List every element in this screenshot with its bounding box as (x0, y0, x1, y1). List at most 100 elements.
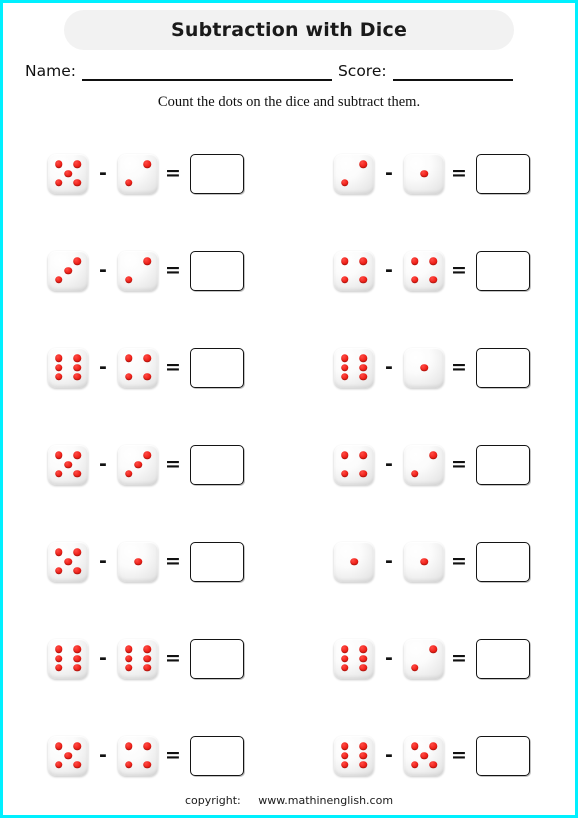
die-subtrahend-3 (118, 444, 158, 485)
answer-box[interactable] (190, 735, 244, 776)
equals-sign: = (451, 259, 467, 281)
die-pip (73, 372, 81, 381)
die-pip (359, 372, 367, 381)
die-pip (341, 354, 349, 363)
answer-box[interactable] (476, 153, 530, 194)
die-pip (420, 557, 428, 566)
answer-box[interactable] (190, 541, 244, 582)
die-minuend-6 (334, 735, 374, 776)
die-subtrahend-1 (118, 541, 158, 582)
problem-cell: - = (3, 153, 289, 194)
problem-cell: - = (289, 153, 575, 194)
die-subtrahend-2 (404, 444, 444, 485)
subtraction-problem: - = (334, 638, 530, 679)
die-pip (143, 663, 151, 672)
equals-sign: = (165, 259, 181, 281)
die-pip (73, 742, 81, 751)
problem-cell: - = (3, 638, 289, 679)
die-pip (55, 160, 63, 169)
die-pip (73, 178, 81, 187)
die-pip (143, 257, 151, 266)
die-pip (359, 645, 367, 654)
die-pip (55, 654, 63, 663)
answer-box[interactable] (190, 638, 244, 679)
die-minuend-6 (48, 347, 88, 388)
die-pip (64, 751, 72, 760)
die-subtrahend-4 (118, 735, 158, 776)
die-minuend-6 (334, 638, 374, 679)
die-pip (125, 742, 133, 751)
die-pip (73, 566, 81, 575)
die-minuend-6 (334, 347, 374, 388)
die-pip (341, 257, 349, 266)
answer-box[interactable] (476, 541, 530, 582)
answer-box[interactable] (190, 250, 244, 291)
equals-sign: = (165, 453, 181, 475)
die-pip (125, 654, 133, 663)
page-title: Subtraction with Dice (170, 19, 408, 41)
answer-box[interactable] (476, 444, 530, 485)
equals-sign: = (451, 647, 467, 669)
die-pip (55, 760, 63, 769)
die-pip (359, 751, 367, 760)
subtraction-problem: - = (334, 735, 530, 776)
problem-cell: - = (3, 250, 289, 291)
die-pip (359, 160, 367, 169)
die-pip (55, 645, 63, 654)
die-subtrahend-1 (404, 347, 444, 388)
die-pip (134, 557, 142, 566)
score-input-line[interactable] (392, 66, 513, 81)
answer-box[interactable] (476, 735, 530, 776)
die-pip (143, 760, 151, 769)
die-pip (143, 742, 151, 751)
minus-sign: - (99, 356, 107, 378)
die-pip (125, 760, 133, 769)
die-minuend-4 (334, 250, 374, 291)
die-pip (125, 178, 133, 187)
die-pip (411, 469, 419, 478)
answer-box[interactable] (476, 638, 530, 679)
die-pip (125, 354, 133, 363)
die-pip (55, 363, 63, 372)
subtraction-problem: - = (48, 250, 244, 291)
die-pip (73, 760, 81, 769)
problem-row: - = - = (3, 513, 575, 610)
name-input-line[interactable] (81, 66, 332, 81)
die-pip (359, 760, 367, 769)
die-pip (73, 160, 81, 169)
answer-box[interactable] (190, 444, 244, 485)
die-pip (420, 363, 428, 372)
die-subtrahend-2 (404, 638, 444, 679)
die-pip (55, 354, 63, 363)
die-pip (350, 557, 358, 566)
die-pip (429, 257, 437, 266)
problem-cell: - = (3, 444, 289, 485)
minus-sign: - (385, 162, 393, 184)
die-subtrahend-4 (404, 250, 444, 291)
equals-sign: = (451, 453, 467, 475)
die-pip (429, 742, 437, 751)
problem-cell: - = (3, 347, 289, 388)
die-pip (359, 469, 367, 478)
die-pip (359, 275, 367, 284)
problem-cell: - = (289, 735, 575, 776)
answer-box[interactable] (476, 250, 530, 291)
die-pip (55, 469, 63, 478)
die-subtrahend-1 (404, 541, 444, 582)
problem-row: - = - = (3, 319, 575, 416)
die-minuend-2 (334, 153, 374, 194)
answer-box[interactable] (476, 347, 530, 388)
die-pip (64, 266, 72, 275)
problem-cell: - = (3, 735, 289, 776)
die-pip (411, 257, 419, 266)
die-minuend-1 (334, 541, 374, 582)
equals-sign: = (451, 356, 467, 378)
subtraction-problem: - = (334, 250, 530, 291)
equals-sign: = (165, 162, 181, 184)
problem-row: - = - = (3, 416, 575, 513)
answer-box[interactable] (190, 347, 244, 388)
answer-box[interactable] (190, 153, 244, 194)
subtraction-problem: - = (48, 347, 244, 388)
die-pip (55, 663, 63, 672)
die-pip (125, 645, 133, 654)
